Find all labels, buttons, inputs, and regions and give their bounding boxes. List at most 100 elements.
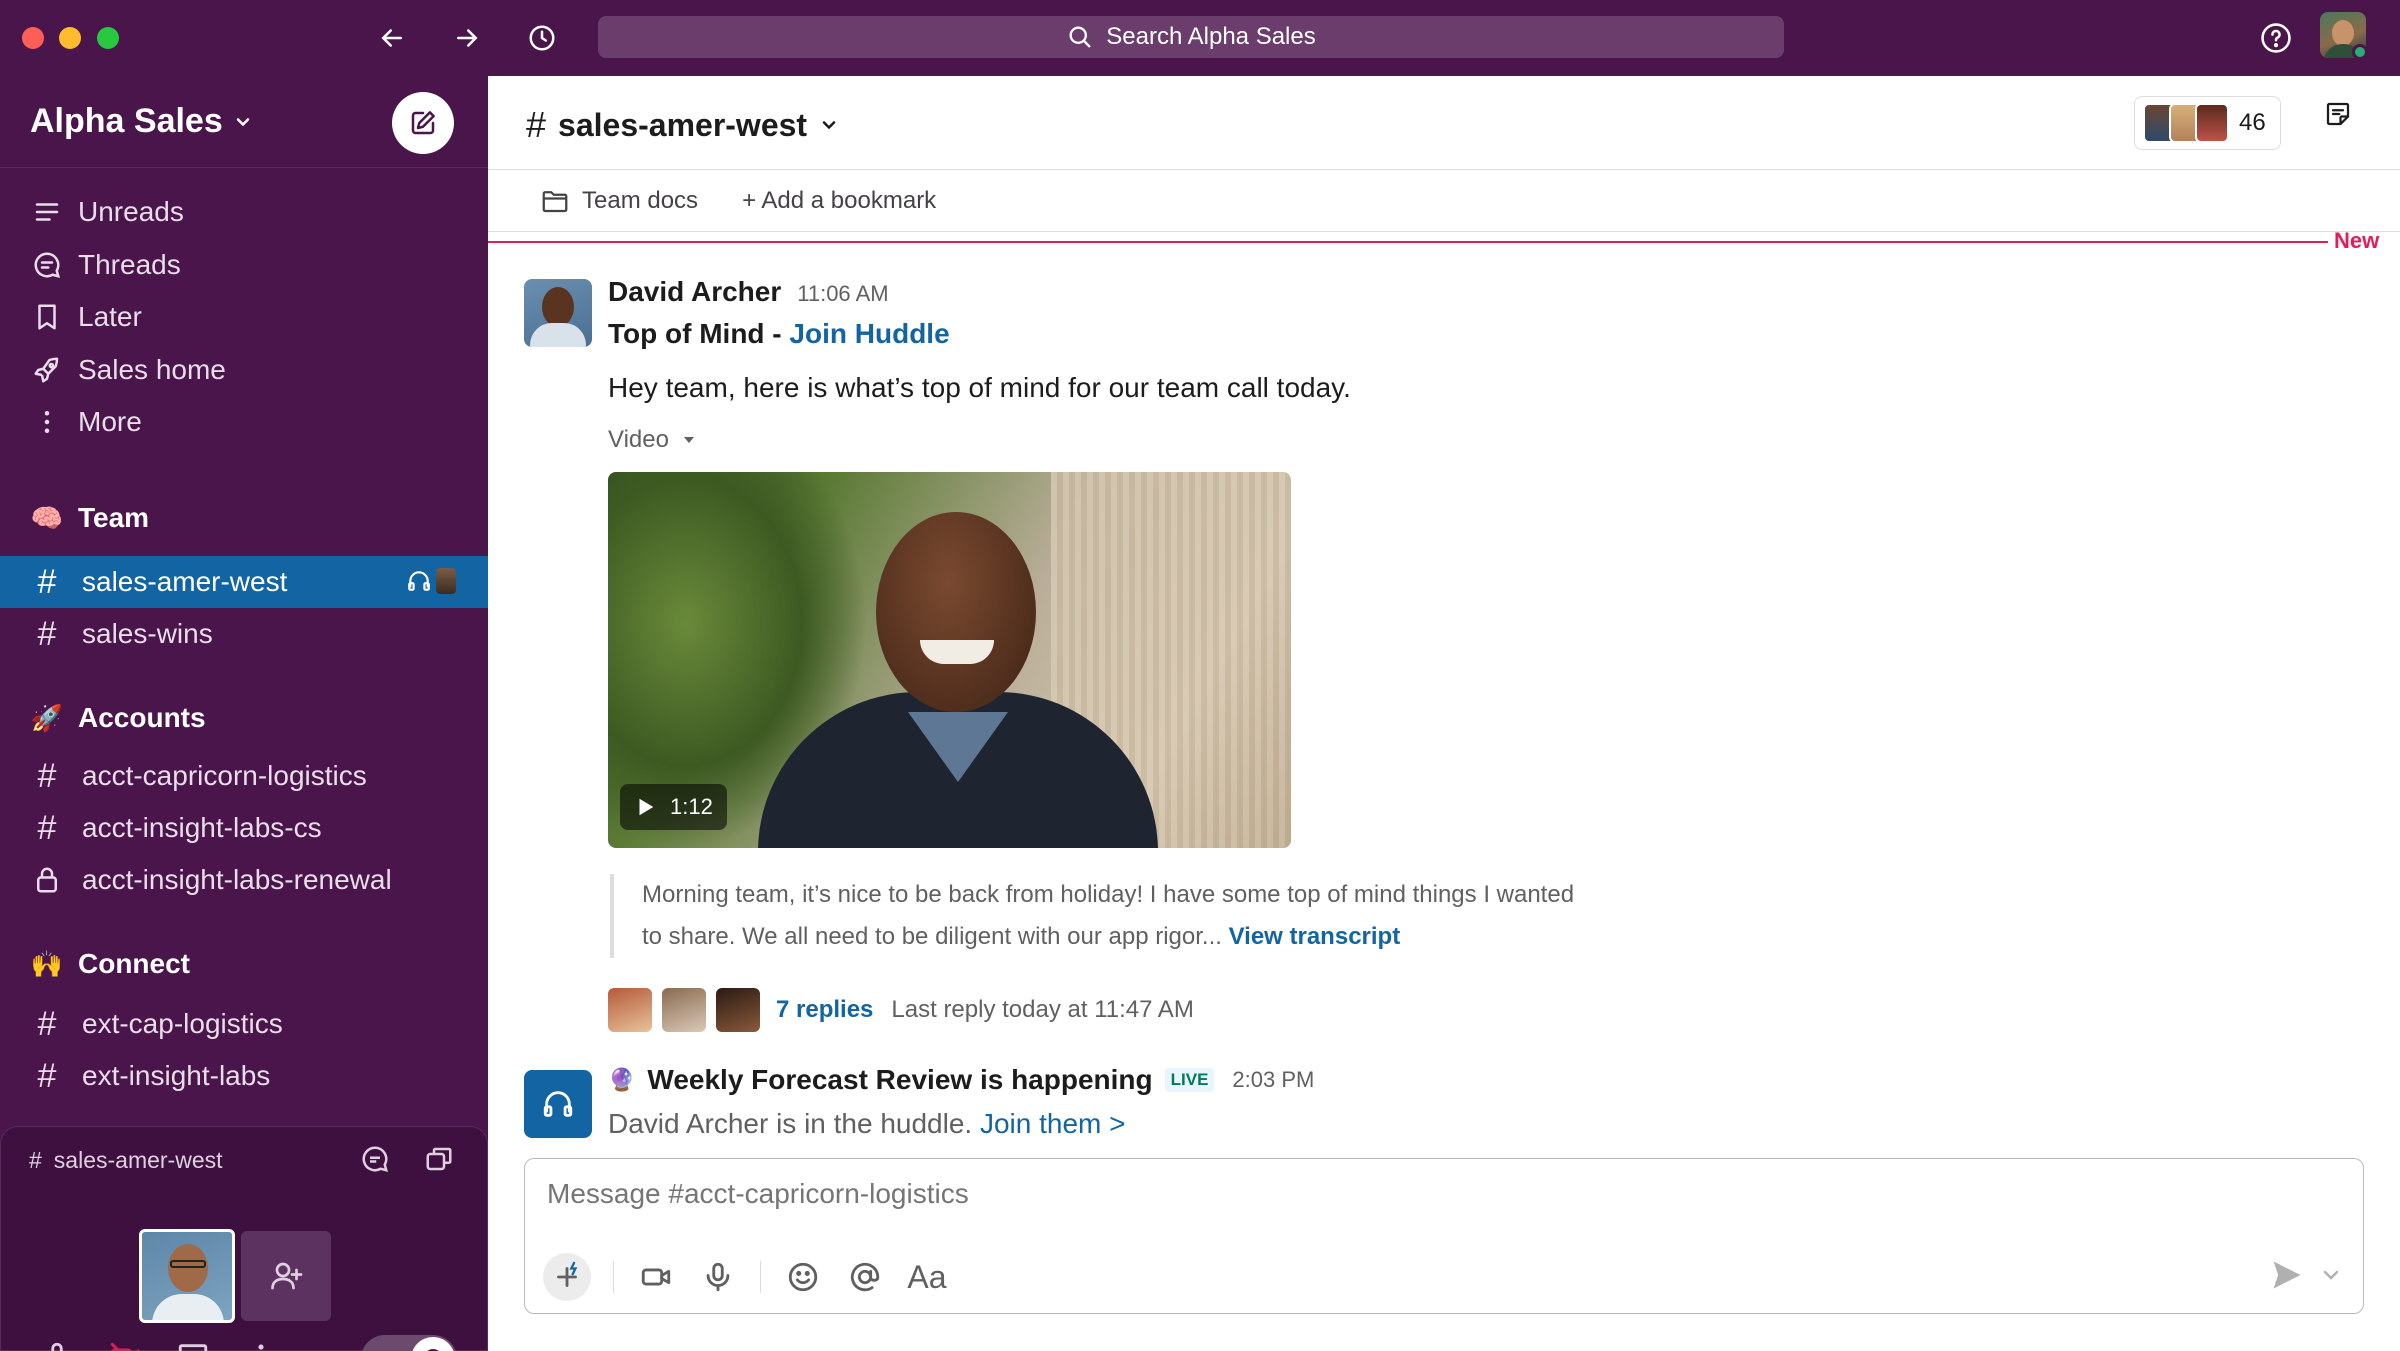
canvas-icon: [2326, 102, 2350, 126]
huddle-message-body: David Archer is in the huddle. Join them…: [608, 1108, 1126, 1140]
subheading-text: Top of Mind -: [608, 318, 790, 349]
raised-hands-emoji-icon: 🙌: [30, 948, 64, 979]
huddle-channel[interactable]: # sales-amer-west: [29, 1147, 223, 1174]
canvas-button[interactable]: [2318, 94, 2358, 134]
headphones-icon: [408, 571, 430, 591]
active-huddle-indicator: [406, 568, 456, 594]
camera-off-button[interactable]: [105, 1337, 145, 1351]
sidebar-channel-acct-capricorn-logistics[interactable]: # acct-capricorn-logistics: [0, 750, 488, 802]
record-audio-button[interactable]: [698, 1257, 738, 1297]
back-button[interactable]: [372, 18, 412, 58]
member-avatars: [2143, 103, 2229, 143]
huddle-participant-avatar[interactable]: [139, 1229, 235, 1323]
arrow-right-icon: [457, 29, 478, 47]
toolbar-divider: [613, 1261, 614, 1293]
window-close-button[interactable]: [22, 27, 44, 49]
sidebar-item-label: Sales home: [78, 353, 226, 385]
sidebar-item-sales-home[interactable]: Sales home: [0, 344, 488, 397]
hash-icon: #: [37, 562, 57, 601]
formatting-button[interactable]: Aa: [907, 1257, 947, 1297]
share-screen-button[interactable]: [173, 1337, 213, 1351]
replier-avatar: [662, 988, 706, 1032]
compose-button[interactable]: [392, 92, 454, 154]
huddle-thread-button[interactable]: [357, 1141, 393, 1177]
huddle-status-text: David Archer is in the huddle.: [608, 1108, 980, 1139]
mention-button[interactable]: [845, 1257, 885, 1297]
help-button[interactable]: [2256, 18, 2296, 58]
section-team[interactable]: 🧠 Team: [30, 502, 149, 534]
workspace-switcher[interactable]: Alpha Sales: [30, 102, 253, 141]
section-accounts[interactable]: 🚀 Accounts: [30, 702, 206, 734]
record-video-button[interactable]: [636, 1257, 676, 1297]
channel-label: acct-insight-labs-cs: [82, 812, 322, 843]
huddle-toggle[interactable]: [361, 1335, 457, 1351]
title-bar: Search Alpha Sales: [0, 0, 2400, 76]
huddle-more-button[interactable]: [241, 1337, 281, 1351]
new-messages-divider: [488, 241, 2328, 243]
bookmark-team-docs[interactable]: Team docs: [540, 186, 698, 216]
emoji-button[interactable]: [783, 1257, 823, 1297]
microphone-icon: [51, 1342, 63, 1351]
sidebar-channel-sales-amer-west[interactable]: # sales-amer-west: [0, 556, 488, 608]
search-icon: [1069, 26, 1091, 48]
author-avatar[interactable]: [524, 279, 592, 347]
window-zoom-button[interactable]: [97, 27, 119, 49]
sidebar-item-more[interactable]: More: [0, 396, 488, 449]
reply-count-link[interactable]: 7 replies: [776, 996, 873, 1024]
bookmarks-bar: Team docs + Add a bookmark: [488, 170, 2400, 232]
send-button[interactable]: [2267, 1255, 2307, 1295]
join-them-link[interactable]: Join them >: [980, 1108, 1126, 1139]
huddle-popout-button[interactable]: [421, 1141, 457, 1177]
channel-header: # sales-amer-west 46: [488, 76, 2400, 170]
clock-icon: [529, 25, 555, 51]
schedule-send-chevron-icon[interactable]: [2319, 1263, 2343, 1287]
view-transcript-link[interactable]: View transcript: [1229, 923, 1401, 950]
huddle-timestamp[interactable]: 2:03 PM: [1232, 1067, 1314, 1093]
hash-icon: #: [526, 104, 547, 145]
new-messages-label: New: [2334, 228, 2380, 253]
sidebar-channel-acct-insight-labs-cs[interactable]: # acct-insight-labs-cs: [0, 802, 488, 854]
more-vertical-icon: [258, 1344, 264, 1350]
sidebar-channel-sales-wins[interactable]: # sales-wins: [0, 608, 488, 660]
add-bookmark-button[interactable]: + Add a bookmark: [742, 187, 936, 215]
transcript-text: Morning team, it’s nice to be back from …: [642, 881, 1575, 950]
join-huddle-link[interactable]: Join Huddle: [789, 318, 949, 349]
section-connect[interactable]: 🙌 Connect: [30, 948, 190, 980]
rocket-icon: [34, 357, 59, 383]
mute-microphone-button[interactable]: [37, 1337, 77, 1351]
message-composer: Aa: [524, 1158, 2364, 1314]
sidebar-item-later[interactable]: Later: [0, 291, 488, 344]
video-toggle[interactable]: Video: [608, 426, 697, 454]
video-camera-icon: [641, 1268, 671, 1286]
search-bar[interactable]: Search Alpha Sales: [598, 16, 1784, 58]
attach-button[interactable]: [543, 1253, 591, 1301]
workspace-name: Alpha Sales: [30, 102, 223, 140]
screen-share-icon: [178, 1344, 208, 1351]
sidebar-channel-ext-cap-logistics[interactable]: # ext-cap-logistics: [0, 998, 488, 1050]
huddle-channel-name: sales-amer-west: [53, 1147, 223, 1173]
caret-down-icon: [683, 437, 694, 443]
channel-title-button[interactable]: # sales-amer-west: [526, 104, 839, 146]
sidebar-item-unreads[interactable]: Unreads: [0, 186, 488, 239]
forward-button[interactable]: [447, 18, 487, 58]
history-button[interactable]: [522, 18, 562, 58]
author-name[interactable]: David Archer: [608, 276, 781, 308]
sidebar-item-threads[interactable]: Threads: [0, 239, 488, 292]
sidebar-channel-acct-insight-labs-renewal[interactable]: acct-insight-labs-renewal: [0, 854, 488, 906]
message-input[interactable]: [525, 1173, 1525, 1215]
window-minimize-button[interactable]: [59, 27, 81, 49]
add-person-button[interactable]: [241, 1231, 331, 1321]
replier-avatar: [608, 988, 652, 1032]
thread-replies[interactable]: 7 replies Last reply today at 11:47 AM: [608, 988, 1194, 1032]
play-button[interactable]: 1:12: [620, 784, 727, 830]
search-placeholder: Search Alpha Sales: [1106, 23, 1316, 50]
headphones-icon: [427, 1349, 439, 1351]
section-label: Team: [78, 502, 150, 533]
help-icon: [2261, 23, 2291, 53]
microphone-icon: [706, 1262, 730, 1292]
video-clip[interactable]: 1:12: [608, 472, 1291, 848]
sidebar-channel-ext-insight-labs[interactable]: # ext-insight-labs: [0, 1050, 488, 1102]
message-timestamp[interactable]: 11:06 AM: [797, 281, 888, 307]
sidebar: Alpha Sales Unreads Threads Later Sales …: [0, 76, 488, 1351]
members-button[interactable]: 46: [2134, 96, 2281, 150]
